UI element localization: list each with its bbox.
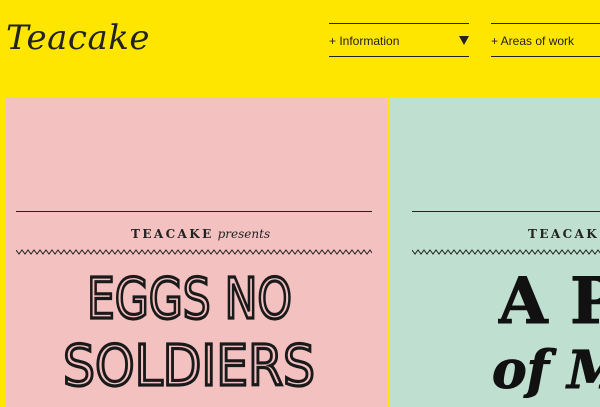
- presenter-name: TEACAK: [528, 227, 600, 241]
- teacake-logo[interactable]: Teacake: [6, 18, 150, 58]
- information-menu[interactable]: + Information: [329, 23, 469, 57]
- title-line-2: of M: [492, 332, 600, 399]
- zigzag-divider: [16, 249, 372, 255]
- zigzag-divider: [412, 249, 600, 255]
- title-line-1: A P: [498, 265, 600, 331]
- areas-of-work-menu[interactable]: + Areas of work: [491, 23, 600, 57]
- svg-text:EGGS NO: EGGS NO: [87, 267, 292, 328]
- card-top-rule: [412, 211, 600, 212]
- project-card-eggs-no-soldiers[interactable]: TEACAKE presents EGGS NO SOLDIERS: [5, 97, 388, 407]
- svg-text:SOLDIERS: SOLDIERS: [63, 334, 315, 395]
- presents-line: TEACAKE presents: [131, 227, 270, 241]
- title-line-1: EGGS NO: [87, 262, 297, 328]
- information-menu-label: + Information: [329, 34, 400, 48]
- project-grid: TEACAKE presents EGGS NO SOLDIERS TEACAK …: [5, 97, 600, 407]
- project-card-second[interactable]: TEACAK A P of M: [390, 97, 600, 407]
- card-top-rule: [16, 211, 372, 212]
- presents-line: TEACAK: [528, 227, 599, 241]
- caret-down-icon[interactable]: [459, 36, 469, 45]
- svg-text:A P: A P: [498, 265, 600, 331]
- areas-of-work-label: + Areas of work: [491, 34, 575, 48]
- presenter-name: TEACAKE: [131, 227, 214, 241]
- title-line-2: SOLDIERS: [63, 329, 323, 395]
- svg-text:of M: of M: [492, 340, 600, 398]
- presents-word: presents: [217, 227, 271, 241]
